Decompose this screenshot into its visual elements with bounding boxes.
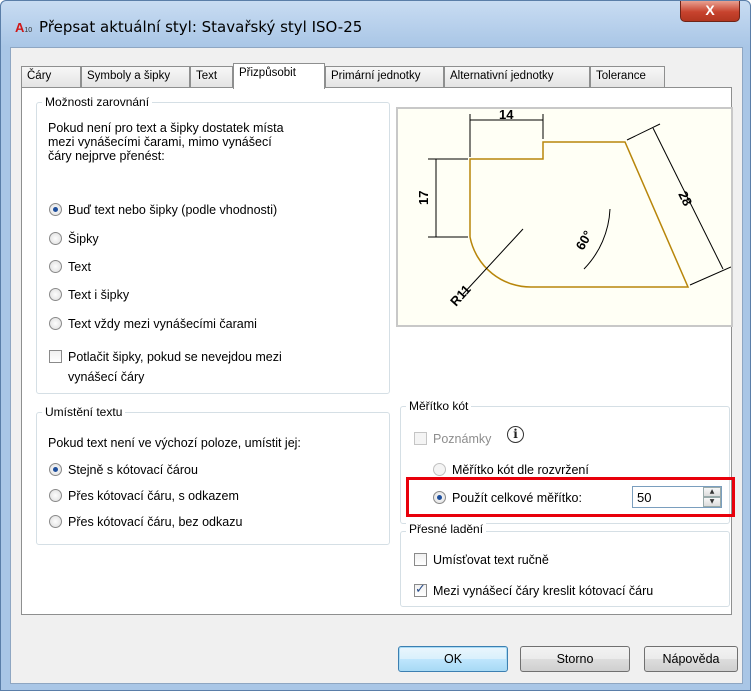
place-text-manually-label[interactable]: Umísťovat text ručně	[433, 553, 549, 567]
suppress-arrows-checkbox[interactable]	[49, 350, 62, 363]
radio-text-always-between[interactable]	[49, 317, 62, 330]
annotation-highlight-box	[406, 477, 735, 517]
help-button[interactable]: Nápověda	[644, 646, 738, 672]
dim-angle-label: 60°	[573, 228, 596, 253]
tab-primary-units[interactable]: Primární jednotky	[325, 66, 444, 88]
radio-scale-to-layout[interactable]	[433, 463, 446, 476]
radio-over-without-leader-label[interactable]: Přes kótovací čáru, bez odkazu	[68, 515, 242, 529]
draw-dim-line-checkbox[interactable]	[414, 582, 427, 597]
radio-either-text-or-arrows[interactable]	[49, 203, 62, 216]
dimension-preview: 14 17 28 60° R11	[396, 107, 733, 327]
tab-fit[interactable]: Přizpůsobit	[233, 63, 325, 89]
tab-lines[interactable]: Čáry	[21, 66, 81, 88]
info-icon[interactable]: i	[507, 426, 524, 443]
radio-text-always-between-label[interactable]: Text vždy mezi vynášecími čarami	[68, 317, 257, 331]
fit-description-line-3: čáry nejprve přenést:	[48, 149, 165, 163]
annotative-label[interactable]: Poznámky	[433, 432, 491, 446]
ok-button[interactable]: OK	[398, 646, 508, 672]
autocad-app-icon: A10	[15, 21, 37, 35]
radio-over-with-leader-label[interactable]: Přes kótovací čáru, s odkazem	[68, 489, 239, 503]
cancel-button[interactable]: Storno	[520, 646, 630, 672]
app-icon-letter: A	[15, 20, 25, 35]
text-placement-description: Pokud text není ve výchozí poloze, umíst…	[48, 436, 301, 450]
dim-width-label: 14	[499, 109, 514, 122]
radio-text-and-arrows-label[interactable]: Text i šipky	[68, 288, 129, 302]
title-bar[interactable]: A10 Přepsat aktuální styl: Stavařský sty…	[1, 1, 750, 47]
text-placement-legend: Umístění textu	[42, 405, 126, 419]
tab-tolerance[interactable]: Tolerance	[590, 66, 665, 88]
radio-beside-dim-line-label[interactable]: Stejně s kótovací čárou	[68, 463, 198, 477]
part-shape	[469, 141, 690, 288]
app-icon-version: 10	[24, 27, 33, 34]
annotative-checkbox[interactable]	[414, 432, 427, 445]
dim-slant-label: 28	[675, 189, 695, 209]
tab-text[interactable]: Text	[190, 66, 233, 88]
radio-over-without-leader[interactable]	[49, 515, 62, 528]
fit-options-legend: Možnosti zarovnání	[42, 95, 153, 109]
place-text-manually-checkbox[interactable]	[414, 553, 427, 566]
dim-scale-legend: Měřítko kót	[406, 399, 472, 413]
dim-height-label: 17	[416, 191, 431, 205]
radio-arrows[interactable]	[49, 232, 62, 245]
draw-dim-line-label[interactable]: Mezi vynášecí čáry kreslit kótovací čáru	[433, 584, 653, 598]
window-title: Přepsat aktuální styl: Stavařský styl IS…	[39, 18, 363, 36]
tab-symbols-arrows[interactable]: Symboly a šipky	[81, 66, 190, 88]
radio-over-with-leader[interactable]	[49, 489, 62, 502]
preview-drawing: 14 17 28 60° R11	[416, 107, 732, 309]
radio-beside-dim-line[interactable]	[49, 463, 62, 476]
radio-arrows-label[interactable]: Šipky	[68, 232, 99, 246]
close-button[interactable]: X	[680, 1, 740, 22]
radio-either-text-or-arrows-label[interactable]: Buď text nebo šipky (podle vhodnosti)	[68, 203, 277, 217]
fine-tuning-legend: Přesné ladění	[406, 522, 487, 536]
radio-text-label[interactable]: Text	[68, 260, 91, 274]
fit-description-line-2: mezi vynášecími čarami, mimo vynášecí	[48, 135, 272, 149]
radio-scale-to-layout-label[interactable]: Měřítko kót dle rozvržení	[452, 463, 589, 477]
fit-description-line-1: Pokud není pro text a šipky dostatek mís…	[48, 121, 284, 135]
dim-radius-label: R11	[447, 282, 474, 309]
tab-alternate-units[interactable]: Alternativní jednotky	[444, 66, 590, 88]
radio-text[interactable]	[49, 260, 62, 273]
part-outline	[469, 141, 690, 288]
suppress-arrows-label-line-1[interactable]: Potlačit šipky, pokud se nevejdou mezi	[68, 350, 282, 364]
suppress-arrows-label-line-2[interactable]: vynášecí čáry	[68, 370, 144, 384]
radio-text-and-arrows[interactable]	[49, 288, 62, 301]
